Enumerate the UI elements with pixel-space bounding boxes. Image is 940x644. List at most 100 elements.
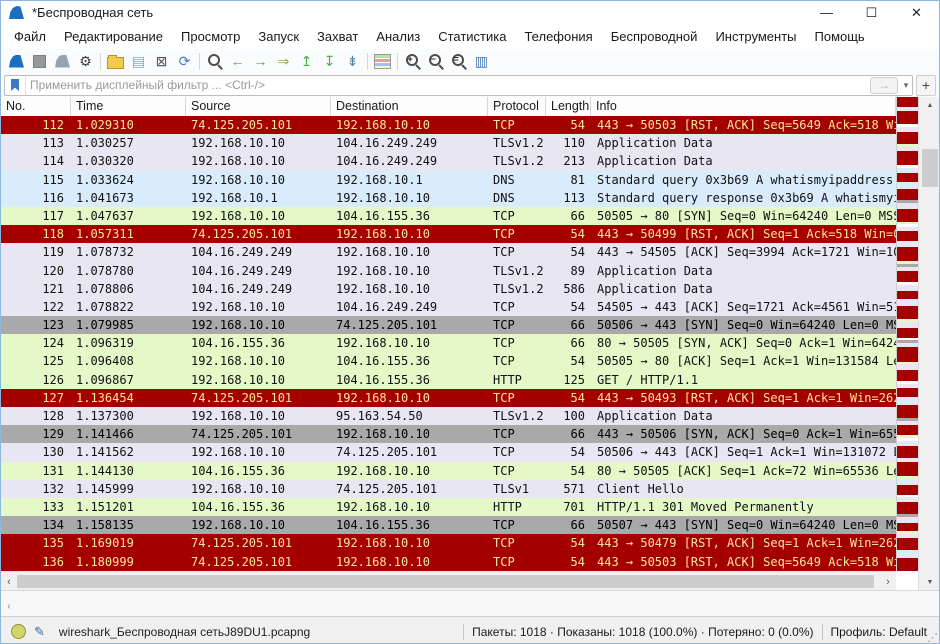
packet-row-125[interactable]: 1251.096408192.168.10.10104.16.155.36TCP… <box>1 352 896 370</box>
packet-row-116[interactable]: 1161.041673192.168.10.1192.168.10.10DNS1… <box>1 189 896 207</box>
go-forward-icon[interactable]: → <box>249 50 272 72</box>
column-header-protocol[interactable]: Protocol <box>488 97 546 116</box>
packet-row-127[interactable]: 1271.13645474.125.205.101192.168.10.10TC… <box>1 389 896 407</box>
find-packet-icon[interactable] <box>203 50 226 72</box>
filter-apply-button[interactable]: → <box>870 77 898 94</box>
go-to-packet-icon[interactable]: ⇒ <box>272 50 295 72</box>
go-last-icon[interactable]: ↧ <box>318 50 341 72</box>
cell-no: 136 <box>1 553 71 571</box>
scroll-left-arrow-icon[interactable]: ‹ <box>1 572 17 591</box>
close-button[interactable]: ✕ <box>894 1 939 24</box>
packet-row-134[interactable]: 1341.158135192.168.10.10104.16.155.36TCP… <box>1 516 896 534</box>
packet-row-112[interactable]: 1121.02931074.125.205.101192.168.10.10TC… <box>1 116 896 134</box>
packet-row-133[interactable]: 1331.151201104.16.155.36192.168.10.10HTT… <box>1 498 896 516</box>
packet-row-126[interactable]: 1261.096867192.168.10.10104.16.155.36HTT… <box>1 371 896 389</box>
cell-src: 104.16.249.249 <box>186 243 331 261</box>
packet-row-121[interactable]: 1211.078806104.16.249.249192.168.10.10TL… <box>1 280 896 298</box>
packet-row-114[interactable]: 1141.030320192.168.10.10104.16.249.249TL… <box>1 152 896 170</box>
maximize-button[interactable]: ☐ <box>849 1 894 24</box>
horizontal-scrollbar[interactable]: ‹ › <box>1 571 896 591</box>
menu-item-10[interactable]: Помощь <box>806 29 874 44</box>
restart-capture-icon[interactable] <box>51 50 74 72</box>
expert-info-icon[interactable] <box>11 624 26 639</box>
packet-minimap[interactable] <box>896 97 919 571</box>
cell-info: Application Data <box>591 152 896 170</box>
filter-dropdown-caret[interactable]: ▾ <box>900 77 912 94</box>
reload-file-icon[interactable]: ⟳ <box>173 50 196 72</box>
column-header-time[interactable]: Time <box>71 97 186 116</box>
menu-item-9[interactable]: Инструменты <box>706 29 805 44</box>
packet-row-120[interactable]: 1201.078780104.16.249.249192.168.10.10TL… <box>1 262 896 280</box>
save-file-icon[interactable]: ▤ <box>127 50 150 72</box>
stop-capture-icon[interactable] <box>28 50 51 72</box>
minimize-button[interactable]: — <box>804 1 849 24</box>
packet-row-132[interactable]: 1321.145999192.168.10.1074.125.205.101TL… <box>1 480 896 498</box>
packet-row-128[interactable]: 1281.137300192.168.10.1095.163.54.50TLSv… <box>1 407 896 425</box>
packet-row-113[interactable]: 1131.030257192.168.10.10104.16.249.249TL… <box>1 134 896 152</box>
menu-item-1[interactable]: Редактирование <box>55 29 172 44</box>
auto-scroll-icon[interactable]: ⇟ <box>341 50 364 72</box>
close-file-icon[interactable]: ⊠ <box>150 50 173 72</box>
cell-len: 113 <box>546 189 591 207</box>
cell-time: 1.151201 <box>71 498 186 516</box>
open-file-icon[interactable] <box>104 50 127 72</box>
display-filter-input[interactable] <box>26 78 870 93</box>
packet-row-130[interactable]: 1301.141562192.168.10.1074.125.205.101TC… <box>1 443 896 461</box>
resize-grip-icon[interactable]: ⋰ <box>927 631 938 644</box>
packet-row-135[interactable]: 1351.16901974.125.205.101192.168.10.10TC… <box>1 534 896 552</box>
column-header-no[interactable]: No. <box>1 97 71 116</box>
colorize-packets-icon[interactable] <box>371 50 394 72</box>
column-header-destination[interactable]: Destination <box>331 97 488 116</box>
go-first-icon[interactable]: ↥ <box>295 50 318 72</box>
scroll-right-arrow-icon[interactable]: › <box>880 572 896 591</box>
scroll-up-arrow-icon[interactable]: ▲ <box>919 97 940 113</box>
column-header-length[interactable]: Length <box>546 97 591 116</box>
resize-columns-icon[interactable]: ▥ <box>470 50 493 72</box>
packet-row-115[interactable]: 1151.033624192.168.10.10192.168.10.1DNS8… <box>1 171 896 189</box>
menu-item-4[interactable]: Захват <box>308 29 367 44</box>
vertical-scrollbar[interactable]: ▲ ▼ <box>918 97 940 590</box>
packet-row-136[interactable]: 1361.18099974.125.205.101192.168.10.10TC… <box>1 553 896 571</box>
horizontal-scrollbar-thumb[interactable] <box>17 575 874 588</box>
cell-len: 54 <box>546 443 591 461</box>
packet-row-117[interactable]: 1171.047637192.168.10.10104.16.155.36TCP… <box>1 207 896 225</box>
profile-label[interactable]: Профиль: Default <box>831 625 928 639</box>
cell-time: 1.144130 <box>71 462 186 480</box>
column-header-source[interactable]: Source <box>186 97 331 116</box>
packet-row-123[interactable]: 1231.079985192.168.10.1074.125.205.101TC… <box>1 316 896 334</box>
scroll-down-arrow-icon[interactable]: ▼ <box>919 574 940 590</box>
start-capture-icon[interactable] <box>5 50 28 72</box>
zoom-out-icon[interactable]: − <box>424 50 447 72</box>
capture-comment-icon[interactable]: ✎ <box>34 624 45 640</box>
packet-row-118[interactable]: 1181.05731174.125.205.101192.168.10.10TC… <box>1 225 896 243</box>
menu-item-7[interactable]: Телефония <box>515 29 601 44</box>
packet-row-124[interactable]: 1241.096319104.16.155.36192.168.10.10TCP… <box>1 334 896 352</box>
menu-item-6[interactable]: Статистика <box>429 29 515 44</box>
cell-proto: TCP <box>488 298 546 316</box>
filter-bookmark-button[interactable] <box>5 76 26 95</box>
strip-left-arrow-icon[interactable]: ‹ <box>1 597 17 615</box>
menu-item-2[interactable]: Просмотр <box>172 29 249 44</box>
cell-len: 89 <box>546 262 591 280</box>
cell-no: 123 <box>1 316 71 334</box>
cell-time: 1.033624 <box>71 171 186 189</box>
vertical-scrollbar-thumb[interactable] <box>922 149 938 187</box>
cell-time: 1.180999 <box>71 553 186 571</box>
cell-src: 192.168.10.10 <box>186 316 331 334</box>
column-header-info[interactable]: Info <box>591 97 896 116</box>
menu-item-3[interactable]: Запуск <box>249 29 308 44</box>
menu-item-0[interactable]: Файл <box>5 29 55 44</box>
packet-row-129[interactable]: 1291.14146674.125.205.101192.168.10.10TC… <box>1 425 896 443</box>
zoom-in-icon[interactable]: + <box>401 50 424 72</box>
zoom-original-icon[interactable]: = <box>447 50 470 72</box>
cell-no: 135 <box>1 534 71 552</box>
packet-row-122[interactable]: 1221.078822192.168.10.10104.16.249.249TC… <box>1 298 896 316</box>
capture-options-icon[interactable]: ⚙ <box>74 50 97 72</box>
packet-row-119[interactable]: 1191.078732104.16.249.249192.168.10.10TC… <box>1 243 896 261</box>
filter-add-button[interactable]: + <box>916 75 936 96</box>
packet-row-131[interactable]: 1311.144130104.16.155.36192.168.10.10TCP… <box>1 462 896 480</box>
cell-len: 54 <box>546 389 591 407</box>
go-back-icon[interactable]: ← <box>226 50 249 72</box>
menu-item-8[interactable]: Беспроводной <box>602 29 707 44</box>
menu-item-5[interactable]: Анализ <box>367 29 429 44</box>
